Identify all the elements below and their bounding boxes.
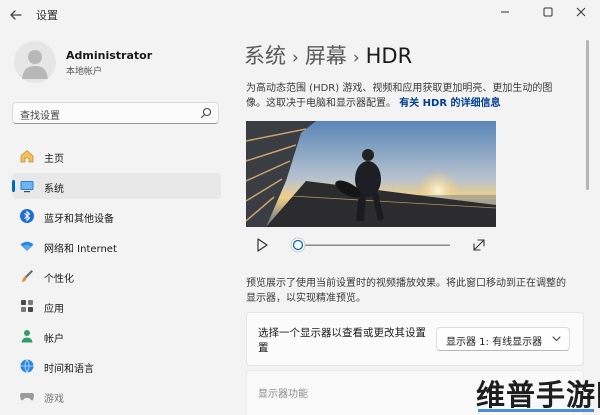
app-title: 设置 [36, 9, 58, 22]
title-bar: 设置 [0, 0, 600, 30]
display-select-dropdown[interactable]: 显示器 1: 有线显示器 [436, 327, 570, 351]
user-name: Administrator [66, 49, 153, 62]
watermark-text: 维普手游网 [476, 378, 600, 412]
display-select-label: 选择一个显示器以查看或更改其设置 置 [258, 327, 426, 354]
sidebar-item-label: 个性化 [44, 274, 74, 285]
sidebar-item-accounts[interactable]: 帐户 [12, 323, 221, 349]
description-line: 为高动态范围 (HDR) 游戏、视频和应用获取更加明亮、更加生动的图 [246, 83, 553, 94]
brush-icon [22, 270, 33, 282]
sidebar-item-label: 应用 [44, 304, 64, 315]
progress-track[interactable] [298, 244, 450, 247]
video-frame [246, 121, 496, 227]
apps-icon [21, 300, 33, 312]
active-indicator [12, 180, 15, 192]
hdr-description: 为高动态范围 (HDR) 游戏、视频和应用获取更加明亮、更加生动的图 像。这取决… [246, 81, 576, 111]
bluetooth-icon [20, 209, 34, 223]
maximize-icon [543, 7, 553, 17]
sidebar-item-personalization[interactable]: 个性化 [12, 263, 221, 289]
display-select-card: 选择一个显示器以查看或更改其设置 置 显示器 1: 有线显示器 [246, 312, 584, 366]
search-icon [200, 107, 212, 119]
preview-description: 预览展示了使用当前设置时的视频播放效果。将此窗口移动到正在调整的 显示器，以实现… [246, 276, 580, 306]
sidebar-item-label: 帐户 [44, 334, 64, 345]
search-placeholder: 查找设置 [20, 111, 60, 122]
hdr-video-preview [246, 121, 496, 227]
search-input[interactable]: 查找设置 [12, 102, 219, 124]
breadcrumb: 系统 › 屏幕 › HDR [244, 40, 412, 70]
fullscreen-icon[interactable] [473, 239, 485, 251]
sidebar-item-label: 蓝牙和其他设备 [44, 214, 114, 225]
player-controls-graphic [257, 237, 485, 253]
home-icon [20, 149, 34, 163]
sidebar-item-system[interactable]: 系统 [12, 173, 221, 199]
minimize-icon [501, 11, 509, 13]
sidebar-item-time-language[interactable]: 时间和语言 [12, 353, 221, 379]
avatar[interactable] [14, 41, 56, 83]
minimize-button[interactable] [486, 0, 524, 24]
account-icon [21, 330, 33, 343]
sidebar-item-gaming[interactable]: 游戏 [12, 383, 221, 409]
sidebar-item-label: 主页 [44, 154, 64, 165]
display-features-label: 显示器功能 [258, 389, 308, 400]
gaming-icon [20, 393, 34, 401]
user-silhouette-icon [22, 50, 48, 79]
sidebar-item-label: 网络和 Internet [44, 244, 117, 255]
description-line: 显示器，以实现精准预览。 [246, 293, 366, 304]
breadcrumb-display[interactable]: 屏幕 [305, 44, 347, 68]
sidebar-item-home[interactable]: 主页 [12, 143, 221, 169]
description-line: 像。这取决于电脑和显示器配置。 有关 HDR 的详细信息 [246, 98, 501, 109]
close-button[interactable] [562, 0, 600, 24]
watermark: 维普手游网 [476, 372, 600, 412]
back-button[interactable] [6, 5, 26, 25]
video-controls [246, 234, 496, 256]
breadcrumb-separator: › [292, 48, 299, 68]
chevron-down-icon [552, 336, 561, 342]
description-line: 预览展示了使用当前设置时的视频播放效果。将此窗口移动到正在调整的 [246, 278, 566, 289]
watermark-underline [478, 409, 594, 412]
sidebar-item-bluetooth[interactable]: 蓝牙和其他设备 [12, 203, 221, 229]
wifi-icon [20, 241, 34, 251]
breadcrumb-hdr: HDR [365, 44, 413, 68]
sidebar-item-label: 时间和语言 [44, 364, 94, 375]
play-icon[interactable] [257, 238, 268, 252]
sidebar-item-label: 系统 [44, 184, 64, 195]
account-type: 本地帐户 [66, 67, 103, 77]
sidebar-item-apps[interactable]: 应用 [12, 293, 221, 319]
breadcrumb-separator: › [352, 48, 360, 68]
sidebar-item-network[interactable]: 网络和 Internet [12, 233, 221, 259]
back-arrow-icon [10, 10, 22, 20]
display-select-value: 显示器 1: 有线显示器 [446, 337, 543, 348]
system-icon [20, 181, 34, 193]
breadcrumb-system[interactable]: 系统 [244, 44, 286, 68]
sidebar-item-label: 游戏 [44, 394, 64, 405]
close-icon [576, 7, 586, 17]
globe-icon [20, 359, 34, 373]
scrollbar[interactable] [586, 40, 589, 190]
learn-more-link[interactable]: 有关 HDR 的详细信息 [399, 98, 500, 109]
